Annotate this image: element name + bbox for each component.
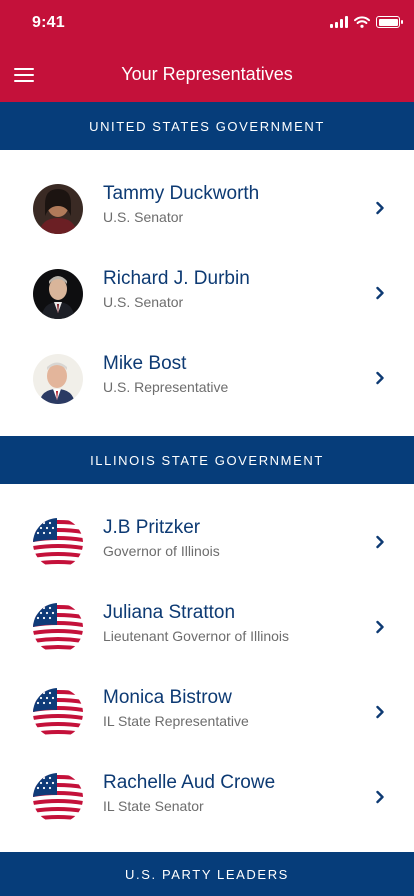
representative-role: IL State Senator xyxy=(103,798,204,814)
chevron-right-icon xyxy=(376,535,384,549)
list-item-representative[interactable]: Rachelle Aud Crowe IL State Senator xyxy=(0,768,414,828)
section-header-party-leaders: U.S. PARTY LEADERS xyxy=(0,852,414,896)
list-item-representative[interactable]: Monica Bistrow IL State Representative xyxy=(0,683,414,743)
chevron-right-icon xyxy=(376,286,384,300)
list-item-representative[interactable]: Richard J. Durbin U.S. Senator xyxy=(0,264,414,324)
us-flag-icon xyxy=(33,688,83,738)
representative-name: Mike Bost xyxy=(103,353,187,374)
battery-icon xyxy=(376,16,403,28)
representative-name: Monica Bistrow xyxy=(103,687,232,708)
representative-name: Tammy Duckworth xyxy=(103,183,260,204)
section-header-us-government: UNITED STATES GOVERNMENT xyxy=(0,102,414,150)
app-header: 9:41 Your Representatives xyxy=(0,0,414,102)
representative-role: U.S. Senator xyxy=(103,294,184,310)
status-icons xyxy=(330,15,403,29)
representative-role: Governor of Illinois xyxy=(103,543,220,559)
representative-name: Rachelle Aud Crowe xyxy=(103,772,276,793)
representative-name: Juliana Stratton xyxy=(103,602,236,623)
signal-icon xyxy=(330,16,348,28)
representative-name: Richard J. Durbin xyxy=(103,268,250,289)
representative-role: U.S. Representative xyxy=(103,379,229,395)
chevron-right-icon xyxy=(376,201,384,215)
representative-role: Lieutenant Governor of Illinois xyxy=(103,628,289,644)
avatar-photo xyxy=(33,269,83,319)
list-item-representative[interactable]: Juliana Stratton Lieutenant Governor of … xyxy=(0,598,414,658)
chevron-right-icon xyxy=(376,620,384,634)
avatar-photo xyxy=(33,354,83,404)
wifi-icon xyxy=(354,16,370,28)
list-item-representative[interactable]: Mike Bost U.S. Representative xyxy=(0,349,414,409)
list-item-representative[interactable]: J.B Pritzker Governor of Illinois xyxy=(0,513,414,573)
chevron-right-icon xyxy=(376,790,384,804)
us-flag-icon xyxy=(33,518,83,568)
representative-name: J.B Pritzker xyxy=(103,517,201,538)
us-flag-icon xyxy=(33,603,83,653)
page-title: Your Representatives xyxy=(121,64,293,84)
section-header-illinois-government: ILLINOIS STATE GOVERNMENT xyxy=(0,436,414,484)
status-time: 9:41 xyxy=(32,14,65,31)
representative-role: U.S. Senator xyxy=(103,209,184,225)
representative-role: IL State Representative xyxy=(103,713,249,729)
chevron-right-icon xyxy=(376,705,384,719)
us-flag-icon xyxy=(33,773,83,823)
chevron-right-icon xyxy=(376,371,384,385)
avatar-photo xyxy=(33,184,83,234)
list-item-representative[interactable]: Tammy Duckworth U.S. Senator xyxy=(0,179,414,239)
